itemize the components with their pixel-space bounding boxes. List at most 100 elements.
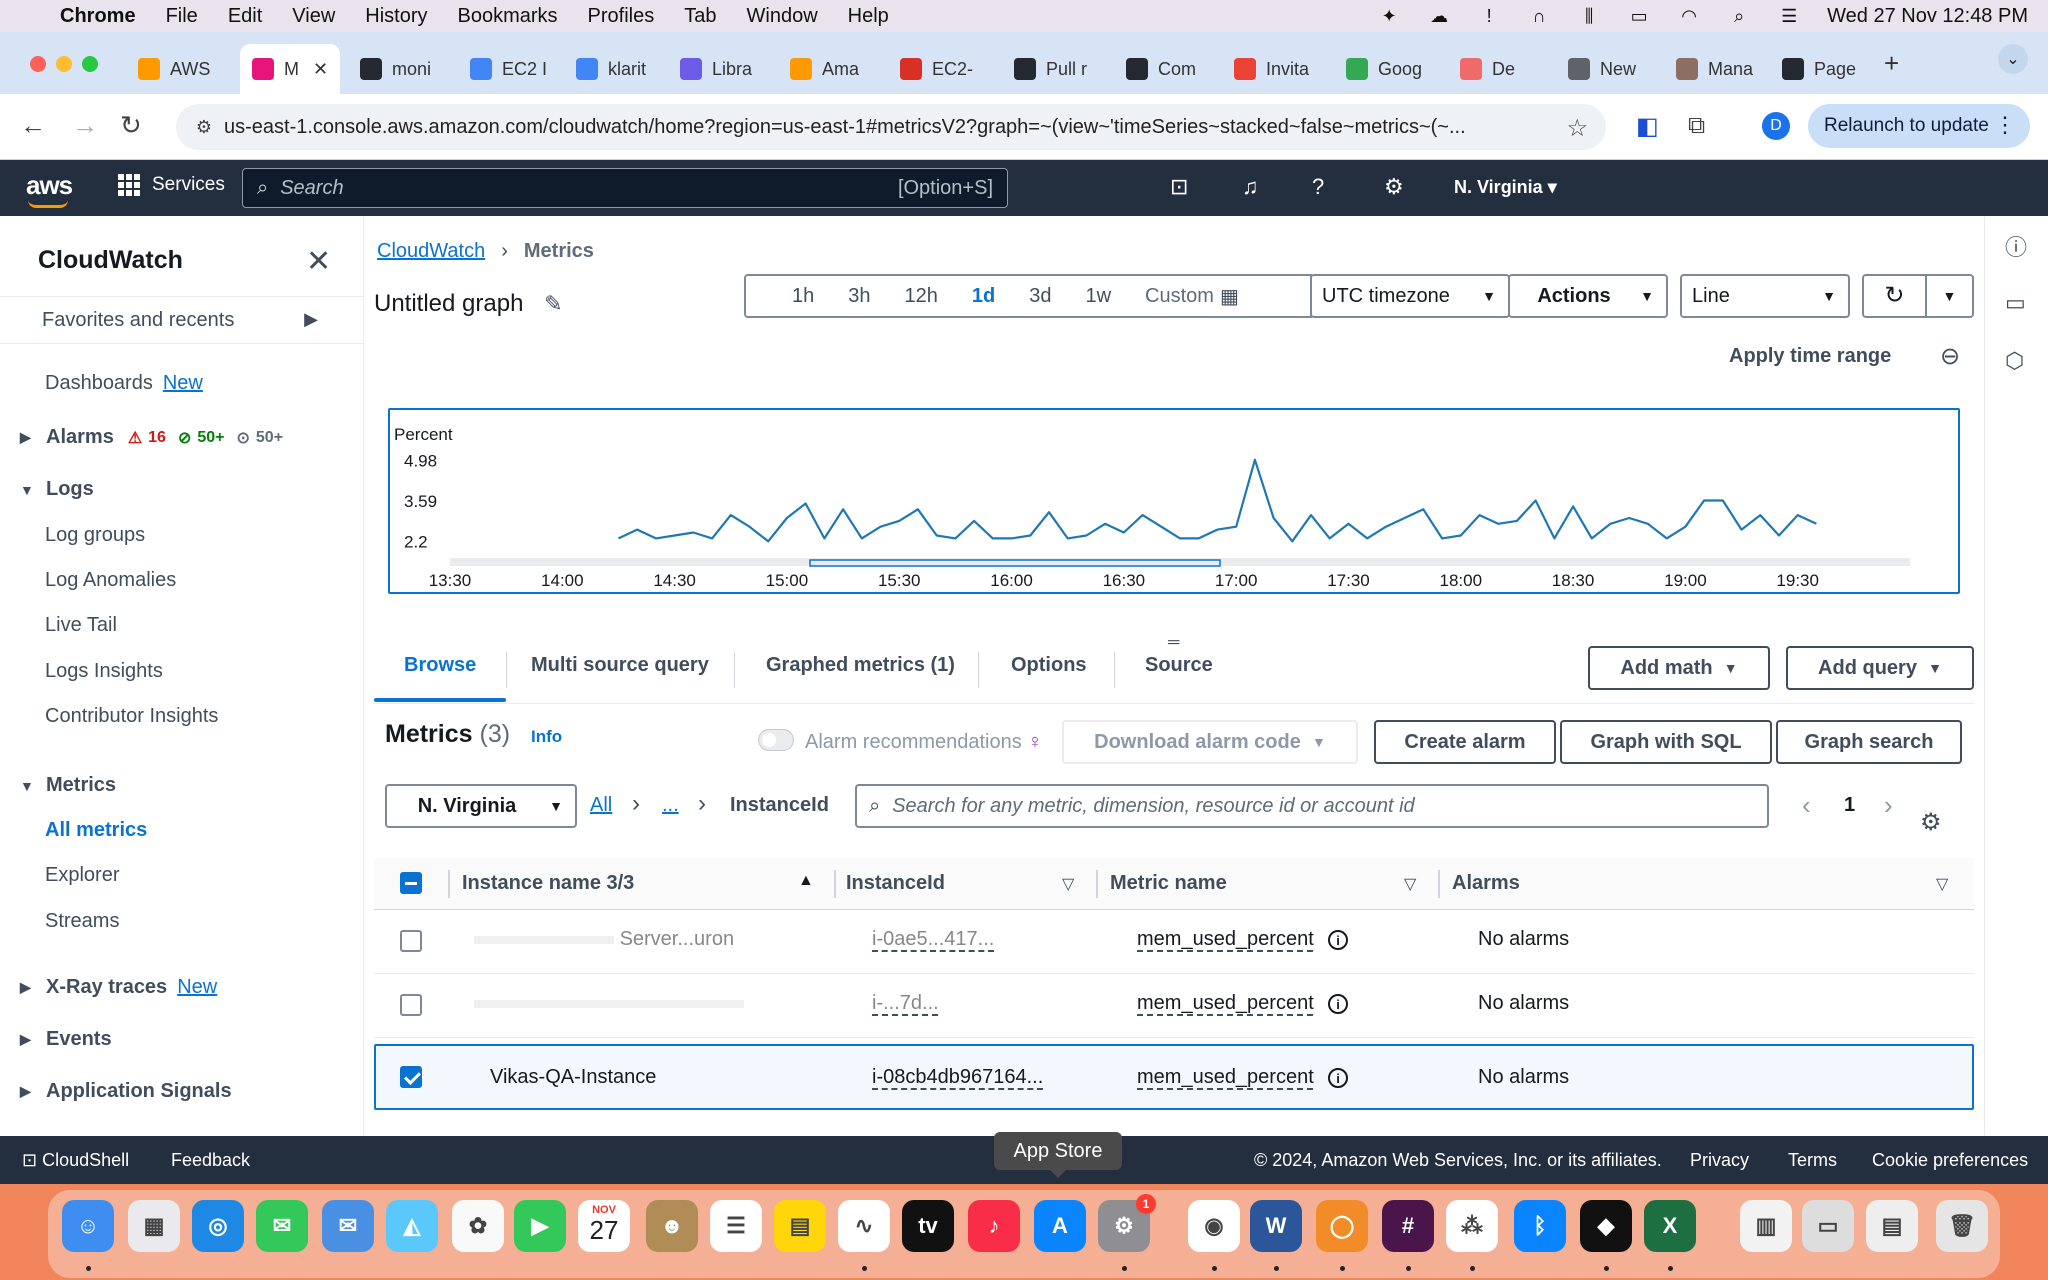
refresh-icon[interactable]: ↻ <box>1864 276 1927 316</box>
browser-tab[interactable]: Goog <box>1334 44 1442 94</box>
trash-icon[interactable]: 🗑 <box>1936 1200 1988 1252</box>
range-1h[interactable]: 1h <box>746 285 831 308</box>
actions-dropdown[interactable]: Actions ▼ <box>1508 274 1668 318</box>
help-icon[interactable]: ? <box>1312 174 1324 200</box>
menu-help[interactable]: Help <box>848 5 889 28</box>
range-1d[interactable]: 1d <box>955 285 1012 308</box>
sort-icon[interactable]: ▽ <box>1062 874 1074 894</box>
sidebar-item-all-metrics[interactable]: All metrics <box>45 819 147 842</box>
menu-history[interactable]: History <box>365 5 427 28</box>
apple-tv-icon[interactable]: tv <box>902 1200 954 1252</box>
row-checkbox[interactable] <box>400 994 422 1016</box>
gear-icon[interactable]: ⚙ <box>1384 174 1404 200</box>
graph-type-dropdown[interactable]: Line ▼ <box>1680 274 1850 318</box>
table-row[interactable]: Server...uron i-0ae5...417... mem_used_p… <box>374 910 1974 974</box>
sidebar-section-application-signals[interactable]: ▶ Application Signals <box>20 1080 232 1103</box>
metric-name[interactable]: mem_used_percent <box>1137 1066 1314 1089</box>
favorites-and-recents[interactable]: Favorites and recents ▶ <box>0 296 364 344</box>
col-instanceid[interactable]: InstanceId <box>846 872 945 895</box>
menu-bookmarks[interactable]: Bookmarks <box>458 5 558 28</box>
bluetooth-icon[interactable]: ᛒ <box>1514 1200 1566 1252</box>
new-badge[interactable]: New <box>163 372 203 394</box>
tab-browse[interactable]: Browse <box>404 654 476 677</box>
url-text[interactable]: us-east-1.console.aws.amazon.com/cloudwa… <box>224 116 1554 139</box>
row-checkbox[interactable] <box>400 1066 422 1088</box>
table-row[interactable]: Vikas-QA-Instance i-08cb4db967164... mem… <box>374 1044 1974 1110</box>
browser-tab[interactable]: EC2 I <box>458 44 558 94</box>
dropbox-icon[interactable]: ✦ <box>1377 6 1401 26</box>
stack-icon[interactable]: ▤ <box>1866 1200 1918 1252</box>
col-metric-name[interactable]: Metric name <box>1110 872 1227 895</box>
maximize-window-button[interactable] <box>82 56 98 72</box>
range-3h[interactable]: 3h <box>831 285 887 308</box>
menu-view[interactable]: View <box>292 5 335 28</box>
cloudshell-link[interactable]: ⊡ CloudShell <box>22 1150 129 1171</box>
sort-asc-icon[interactable]: ▲ <box>798 872 814 890</box>
maps-icon[interactable]: ◭ <box>386 1200 438 1252</box>
instance-id[interactable]: i-...7d... <box>872 992 939 1015</box>
info-link[interactable]: Info <box>531 727 562 746</box>
browser-tab[interactable]: Pull r <box>1002 44 1108 94</box>
info-icon[interactable]: i <box>1328 1068 1348 1088</box>
metric-graph[interactable]: Percent 4.98 3.59 2.2 13:30 14:00 14:30 15:00 15… <box>388 408 1960 594</box>
menu-window[interactable]: Window <box>747 5 818 28</box>
windows-icon[interactable]: ▭ <box>1802 1200 1854 1252</box>
sidebar-section-metrics[interactable]: ▼ Metrics <box>20 774 116 797</box>
sidebar-item-streams[interactable]: Streams <box>45 910 119 933</box>
folder-icon[interactable]: ▭ <box>2005 290 2026 316</box>
menubar-clock[interactable]: Wed 27 Nov 12:48 PM <box>1827 5 2028 28</box>
vpn-icon[interactable]: ◯ <box>1316 1200 1368 1252</box>
app-store-icon[interactable]: A <box>1034 1200 1086 1252</box>
photos-icon[interactable]: ✿ <box>452 1200 504 1252</box>
battery-icon[interactable]: ▭ <box>1627 6 1651 26</box>
tab-multi-source-query[interactable]: Multi source query <box>531 654 709 677</box>
tab-search-button[interactable]: ⌄ <box>1998 44 2028 74</box>
freeform-icon[interactable]: ∿ <box>838 1200 890 1252</box>
browser-tab[interactable]: Mana <box>1664 44 1764 94</box>
messages-icon[interactable]: ✉ <box>256 1200 308 1252</box>
instance-id[interactable]: i-0ae5...417... <box>872 928 994 951</box>
bookmark-star-icon[interactable]: ☆ <box>1566 114 1588 143</box>
more-menu-icon[interactable]: ⋮ <box>1994 112 2016 138</box>
browser-tab[interactable]: De <box>1448 44 1550 94</box>
range-3d[interactable]: 3d <box>1012 285 1068 308</box>
system-settings-icon[interactable]: ⚙ 1 <box>1098 1194 1156 1252</box>
finder-icon[interactable]: ☺ <box>62 1200 114 1252</box>
launchpad-icon[interactable]: ▦ <box>128 1200 180 1252</box>
documents-icon[interactable]: ▥ <box>1740 1200 1792 1252</box>
chrome-icon[interactable]: ◉ <box>1188 1200 1240 1252</box>
cursor-icon[interactable]: ◆ <box>1580 1200 1632 1252</box>
wifi-icon[interactable]: ◠ <box>1677 6 1701 26</box>
sidebar-section-xray[interactable]: ▶ X-Ray traces New <box>20 976 217 999</box>
tab-options[interactable]: Options <box>1011 654 1087 677</box>
menu-edit[interactable]: Edit <box>228 5 262 28</box>
select-all-checkbox[interactable] <box>400 872 422 894</box>
minimize-window-button[interactable] <box>56 56 72 72</box>
filter-crumb-ellipsis[interactable]: ... <box>662 794 679 817</box>
prev-page-icon[interactable]: ‹ <box>1802 790 1811 821</box>
region-selector[interactable]: N. Virginia ▾ <box>1454 177 1557 198</box>
sidebar-section-alarms[interactable]: ▶ Alarms ⚠ 16 ⊘ 50+ ⊙ 50+ <box>20 426 283 449</box>
back-icon[interactable]: ← <box>20 110 46 141</box>
menu-file[interactable]: File <box>166 5 198 28</box>
timezone-dropdown[interactable]: UTC timezone ▼ <box>1310 274 1510 318</box>
mail-icon[interactable]: ✉ <box>322 1200 374 1252</box>
cloud-icon[interactable]: ☁ <box>1427 6 1451 26</box>
browser-tab[interactable]: Com <box>1114 44 1216 94</box>
new-badge[interactable]: New <box>177 976 217 999</box>
safari-icon[interactable]: ◎ <box>192 1200 244 1252</box>
browser-tab[interactable]: Libra <box>668 44 772 94</box>
calendar-icon[interactable]: ▦ <box>1220 284 1239 309</box>
alarm-recommendations-toggle[interactable] <box>758 729 794 751</box>
extensions-puzzle-icon[interactable]: ⧉ <box>1688 112 1705 140</box>
download-alarm-code-button[interactable]: Download alarm code ▼ <box>1062 720 1358 764</box>
privacy-link[interactable]: Privacy <box>1690 1150 1749 1171</box>
site-info-icon[interactable]: ⚙ <box>184 117 224 138</box>
contacts-icon[interactable]: ☻ <box>646 1200 698 1252</box>
info-icon[interactable]: i <box>1328 994 1348 1014</box>
info-icon[interactable]: i <box>1328 930 1348 950</box>
notes-icon[interactable]: ▤ <box>774 1200 826 1252</box>
forward-icon[interactable]: → <box>72 110 98 141</box>
tab-source[interactable]: Source <box>1145 654 1213 677</box>
instance-id[interactable]: i-08cb4db967164... <box>872 1066 1043 1089</box>
